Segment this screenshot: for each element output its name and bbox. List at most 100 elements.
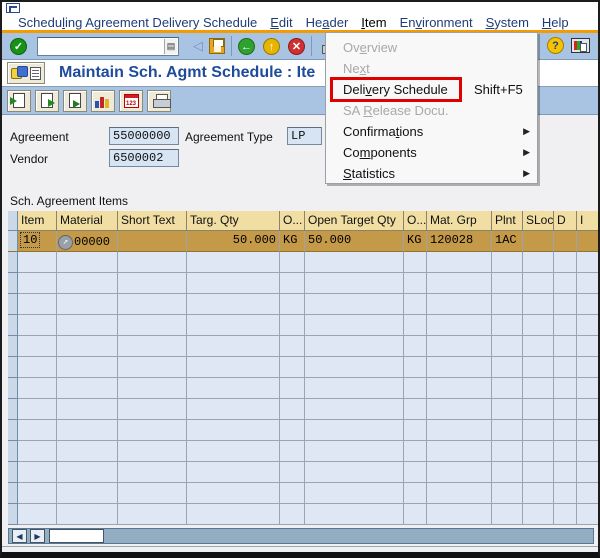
table-cell[interactable] bbox=[280, 441, 305, 462]
table-row[interactable] bbox=[8, 420, 600, 441]
enter-icon[interactable]: ✓ bbox=[10, 38, 27, 55]
table-cell[interactable] bbox=[404, 294, 427, 315]
table-cell[interactable] bbox=[554, 273, 577, 294]
table-cell[interactable] bbox=[523, 462, 554, 483]
table-cell[interactable] bbox=[554, 315, 577, 336]
save-icon[interactable] bbox=[209, 38, 225, 54]
table-cell[interactable] bbox=[18, 420, 57, 441]
table-cell[interactable] bbox=[577, 273, 600, 294]
table-cell[interactable] bbox=[404, 273, 427, 294]
table-cell[interactable] bbox=[18, 315, 57, 336]
table-cell[interactable] bbox=[404, 483, 427, 504]
table-cell[interactable] bbox=[305, 273, 404, 294]
table-cell[interactable] bbox=[492, 462, 523, 483]
table-cell[interactable] bbox=[305, 420, 404, 441]
row-selector[interactable] bbox=[8, 357, 18, 378]
table-cell[interactable] bbox=[427, 315, 492, 336]
table-cell[interactable] bbox=[280, 315, 305, 336]
menu-environment[interactable]: Environment bbox=[400, 15, 473, 30]
table-cell[interactable] bbox=[305, 462, 404, 483]
agreement-type-field[interactable]: LP bbox=[287, 127, 322, 145]
table-cell[interactable] bbox=[57, 252, 118, 273]
row-selector[interactable] bbox=[8, 504, 18, 525]
table-cell[interactable] bbox=[18, 336, 57, 357]
table-cell[interactable] bbox=[427, 441, 492, 462]
table-cell[interactable] bbox=[57, 483, 118, 504]
menu-option-components[interactable]: Components▶ bbox=[326, 142, 537, 163]
table-cell[interactable] bbox=[18, 273, 57, 294]
table-cell[interactable] bbox=[118, 420, 187, 441]
table-cell[interactable] bbox=[18, 441, 57, 462]
table-row[interactable] bbox=[8, 399, 600, 420]
row-selector[interactable] bbox=[8, 399, 18, 420]
table-cell[interactable] bbox=[427, 399, 492, 420]
table-cell[interactable] bbox=[187, 504, 280, 525]
table-cell[interactable] bbox=[187, 252, 280, 273]
table-cell[interactable] bbox=[577, 252, 600, 273]
col-header-mat-grp[interactable]: Mat. Grp bbox=[427, 211, 492, 231]
row-selector[interactable] bbox=[8, 483, 18, 504]
table-cell[interactable] bbox=[305, 378, 404, 399]
table-cell[interactable] bbox=[427, 483, 492, 504]
scrollbar-thumb[interactable] bbox=[49, 529, 104, 543]
table-row[interactable] bbox=[8, 441, 600, 462]
table-cell[interactable] bbox=[404, 441, 427, 462]
table-cell[interactable] bbox=[18, 483, 57, 504]
table-cell[interactable] bbox=[57, 441, 118, 462]
cell-plnt[interactable]: 1AC bbox=[492, 231, 523, 252]
table-cell[interactable] bbox=[427, 420, 492, 441]
table-cell[interactable] bbox=[118, 357, 187, 378]
menu-help[interactable]: Help bbox=[542, 15, 569, 30]
table-cell[interactable] bbox=[118, 504, 187, 525]
table-cell[interactable] bbox=[523, 420, 554, 441]
table-cell[interactable] bbox=[57, 420, 118, 441]
table-cell[interactable] bbox=[305, 504, 404, 525]
table-cell[interactable] bbox=[492, 504, 523, 525]
table-cell[interactable] bbox=[118, 399, 187, 420]
table-cell[interactable] bbox=[554, 357, 577, 378]
col-header-plnt[interactable]: Plnt bbox=[492, 211, 523, 231]
cell-d[interactable] bbox=[554, 231, 577, 252]
table-cell[interactable] bbox=[523, 315, 554, 336]
cell-i[interactable] bbox=[577, 231, 600, 252]
row-selector[interactable] bbox=[8, 294, 18, 315]
table-cell[interactable] bbox=[57, 357, 118, 378]
table-cell[interactable] bbox=[492, 336, 523, 357]
table-cell[interactable] bbox=[187, 294, 280, 315]
table-cell[interactable] bbox=[427, 273, 492, 294]
table-cell[interactable] bbox=[427, 336, 492, 357]
table-cell[interactable] bbox=[554, 378, 577, 399]
table-cell[interactable] bbox=[187, 357, 280, 378]
row-selector[interactable] bbox=[8, 462, 18, 483]
row-selector[interactable] bbox=[8, 441, 18, 462]
system-menu-icon[interactable] bbox=[6, 3, 20, 13]
table-cell[interactable] bbox=[492, 315, 523, 336]
table-cell[interactable] bbox=[305, 399, 404, 420]
table-cell[interactable] bbox=[427, 294, 492, 315]
next-item-button[interactable] bbox=[63, 90, 87, 112]
table-cell[interactable] bbox=[305, 315, 404, 336]
cell-item[interactable]: 10 bbox=[18, 231, 57, 252]
table-cell[interactable] bbox=[404, 336, 427, 357]
table-cell[interactable] bbox=[554, 420, 577, 441]
help-icon[interactable]: ? bbox=[547, 37, 564, 54]
table-cell[interactable] bbox=[280, 336, 305, 357]
table-cell[interactable] bbox=[57, 273, 118, 294]
table-cell[interactable] bbox=[280, 273, 305, 294]
table-row[interactable] bbox=[8, 273, 600, 294]
table-cell[interactable] bbox=[404, 378, 427, 399]
table-cell[interactable] bbox=[577, 483, 600, 504]
menu-option-statistics[interactable]: Statistics▶ bbox=[326, 163, 537, 184]
table-cell[interactable] bbox=[523, 441, 554, 462]
col-header-targ-qty[interactable]: Targ. Qty bbox=[187, 211, 280, 231]
statistics-chart-button[interactable] bbox=[91, 90, 115, 112]
cell-targ-qty[interactable]: 50.000 bbox=[187, 231, 280, 252]
table-cell[interactable] bbox=[492, 273, 523, 294]
table-row[interactable] bbox=[8, 315, 600, 336]
table-cell[interactable] bbox=[404, 252, 427, 273]
table-cell[interactable] bbox=[57, 294, 118, 315]
table-cell[interactable] bbox=[577, 294, 600, 315]
table-cell[interactable] bbox=[523, 273, 554, 294]
table-cell[interactable] bbox=[523, 336, 554, 357]
table-cell[interactable] bbox=[577, 462, 600, 483]
